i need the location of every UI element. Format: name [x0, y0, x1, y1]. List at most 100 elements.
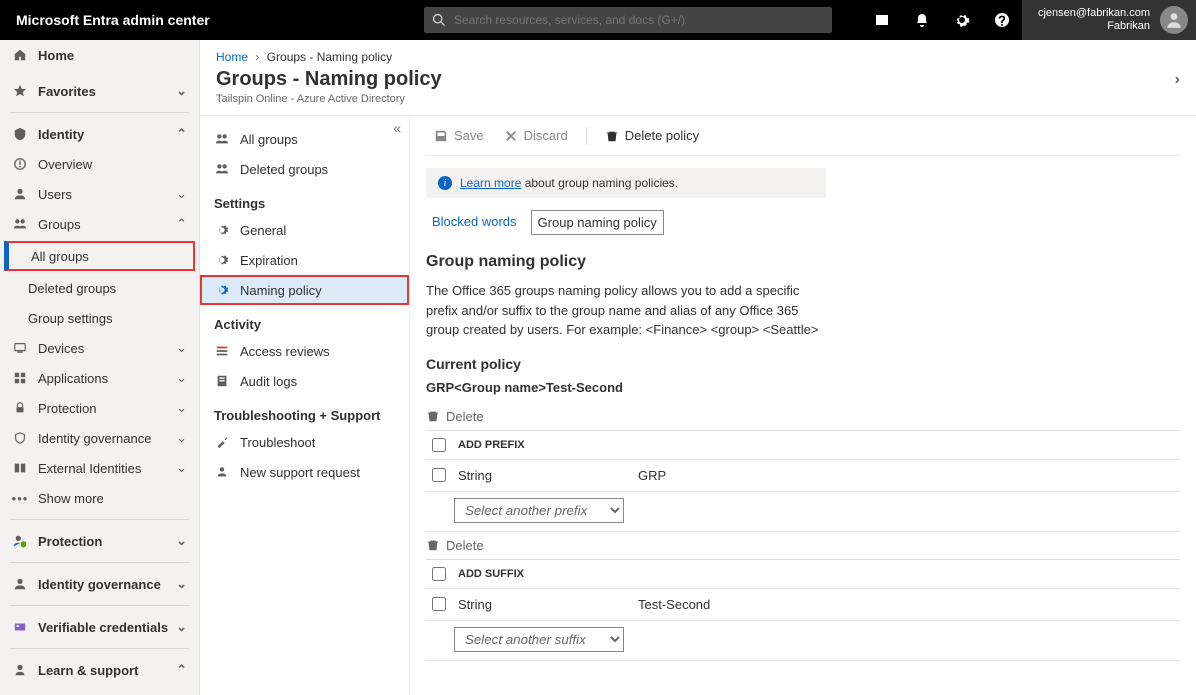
account-org: Fabrikan	[1038, 20, 1150, 33]
toolbar: Save Discard Delete policy	[426, 116, 1180, 156]
suffix-header-row: ADD SUFFIX	[426, 559, 1180, 589]
blade-activity-heading: Activity	[200, 305, 409, 336]
section-description: The Office 365 groups naming policy allo…	[426, 281, 826, 340]
nav-show-more[interactable]: •••Show more	[0, 483, 199, 513]
brand-title: Microsoft Entra admin center	[16, 12, 424, 28]
nav-favorites[interactable]: Favorites⌄	[0, 76, 199, 106]
cloud-shell-icon[interactable]	[862, 0, 902, 40]
chevron-up-icon: ⌃	[176, 126, 187, 142]
blade-expiration[interactable]: Expiration	[200, 245, 409, 275]
chevron-down-icon: ⌄	[176, 340, 187, 356]
prefix-row-checkbox[interactable]	[432, 468, 446, 482]
chevron-down-icon: ⌄	[176, 400, 187, 416]
blade-settings-heading: Settings	[200, 184, 409, 215]
breadcrumb: Home › Groups - Naming policy	[200, 40, 1196, 64]
prefix-value: GRP	[638, 468, 666, 483]
blade-deleted-groups[interactable]: Deleted groups	[200, 154, 409, 184]
tabs: Blocked words Group naming policy	[426, 210, 1180, 235]
chevron-down-icon: ⌄	[176, 186, 187, 202]
prefix-delete-button[interactable]: Delete	[426, 409, 1180, 424]
chevron-up-icon: ⌃	[176, 216, 187, 232]
page-subtitle: Tailspin Online - Azure Active Directory	[200, 93, 1196, 116]
current-policy-value: GRP<Group name>Test-Second	[426, 380, 1180, 395]
help-icon[interactable]	[982, 0, 1022, 40]
account-email: cjensen@fabrikan.com	[1038, 7, 1150, 20]
blade-all-groups[interactable]: All groups	[200, 124, 409, 154]
prefix-row: String GRP	[426, 460, 1180, 492]
nav-home[interactable]: Home	[0, 40, 199, 70]
nav-external-identities[interactable]: External Identities⌄	[0, 453, 199, 483]
nav-groups[interactable]: Groups⌃	[0, 209, 199, 239]
blade-nav: « All groups Deleted groups Settings Gen…	[200, 116, 410, 695]
nav-identity-governance[interactable]: Identity governance⌄	[0, 569, 199, 599]
delete-policy-button[interactable]: Delete policy	[597, 124, 707, 147]
chevron-down-icon: ⌄	[176, 619, 187, 635]
prefix-select[interactable]: Select another prefix	[454, 498, 624, 523]
blade-troubleshoot[interactable]: Troubleshoot	[200, 427, 409, 457]
chevron-down-icon: ⌄	[176, 83, 187, 99]
chevron-down-icon: ⌄	[176, 370, 187, 386]
nav-protection-item[interactable]: Protection⌄	[0, 393, 199, 423]
learn-more-link[interactable]: Learn more	[460, 176, 521, 190]
save-button[interactable]: Save	[426, 124, 492, 147]
info-icon: i	[438, 176, 452, 190]
blade-naming-policy[interactable]: Naming policy	[200, 275, 409, 305]
content-area: Save Discard Delete policy i Learn more …	[410, 116, 1196, 695]
chevron-down-icon: ⌄	[176, 430, 187, 446]
avatar	[1160, 6, 1188, 34]
blade-access-reviews[interactable]: Access reviews	[200, 336, 409, 366]
suffix-select-row: Select another suffix	[426, 621, 1180, 661]
settings-icon[interactable]	[942, 0, 982, 40]
blade-new-support[interactable]: New support request	[200, 457, 409, 487]
global-search[interactable]	[424, 7, 832, 33]
nav-deleted-groups[interactable]: Deleted groups	[0, 273, 199, 303]
suffix-type: String	[458, 597, 638, 612]
suffix-delete-button[interactable]: Delete	[426, 538, 1180, 553]
nav-group-settings[interactable]: Group settings	[0, 303, 199, 333]
blade-general[interactable]: General	[200, 215, 409, 245]
tab-blocked-words[interactable]: Blocked words	[426, 210, 523, 235]
expand-icon[interactable]: ›	[1175, 71, 1180, 89]
nav-overview[interactable]: Overview	[0, 149, 199, 179]
collapse-nav-icon[interactable]: «	[393, 120, 401, 136]
search-input[interactable]	[454, 13, 824, 27]
account-menu[interactable]: cjensen@fabrikan.com Fabrikan	[1022, 0, 1196, 40]
page-title: Groups - Naming policy	[216, 68, 442, 91]
blade-troubleshoot-heading: Troubleshooting + Support	[200, 396, 409, 427]
prefix-select-all-checkbox[interactable]	[432, 438, 446, 452]
chevron-up-icon: ⌃	[176, 662, 187, 678]
prefix-header-row: ADD PREFIX	[426, 430, 1180, 460]
blade-audit-logs[interactable]: Audit logs	[200, 366, 409, 396]
top-icons: cjensen@fabrikan.com Fabrikan	[862, 0, 1196, 40]
current-policy-heading: Current policy	[426, 356, 1180, 372]
nav-users[interactable]: Users⌄	[0, 179, 199, 209]
chevron-down-icon: ⌄	[176, 533, 187, 549]
nav-identity-governance-item[interactable]: Identity governance⌄	[0, 423, 199, 453]
nav-protection[interactable]: Protection⌄	[0, 526, 199, 556]
nav-learn-support[interactable]: Learn & support⌃	[0, 655, 199, 685]
discard-button[interactable]: Discard	[496, 124, 576, 147]
breadcrumb-current: Groups - Naming policy	[267, 50, 392, 64]
prefix-type: String	[458, 468, 638, 483]
tab-group-naming-policy[interactable]: Group naming policy	[531, 210, 664, 235]
suffix-value: Test-Second	[638, 597, 710, 612]
chevron-down-icon: ⌄	[176, 576, 187, 592]
breadcrumb-home[interactable]: Home	[216, 50, 248, 64]
search-icon	[432, 13, 446, 27]
learn-more-bar: i Learn more about group naming policies…	[426, 168, 826, 198]
nav-applications[interactable]: Applications⌄	[0, 363, 199, 393]
nav-all-groups[interactable]: All groups	[4, 241, 195, 271]
chevron-down-icon: ⌄	[176, 460, 187, 476]
suffix-select-all-checkbox[interactable]	[432, 567, 446, 581]
suffix-select[interactable]: Select another suffix	[454, 627, 624, 652]
suffix-row: String Test-Second	[426, 589, 1180, 621]
top-bar: Microsoft Entra admin center cjensen@fab…	[0, 0, 1196, 40]
primary-sidebar: Home Favorites⌄ Identity⌃ Overview Users…	[0, 40, 200, 695]
prefix-select-row: Select another prefix	[426, 492, 1180, 532]
nav-identity[interactable]: Identity⌃	[0, 119, 199, 149]
nav-devices[interactable]: Devices⌄	[0, 333, 199, 363]
section-heading: Group naming policy	[426, 253, 1180, 271]
notifications-icon[interactable]	[902, 0, 942, 40]
suffix-row-checkbox[interactable]	[432, 597, 446, 611]
nav-verifiable-credentials[interactable]: Verifiable credentials⌄	[0, 612, 199, 642]
